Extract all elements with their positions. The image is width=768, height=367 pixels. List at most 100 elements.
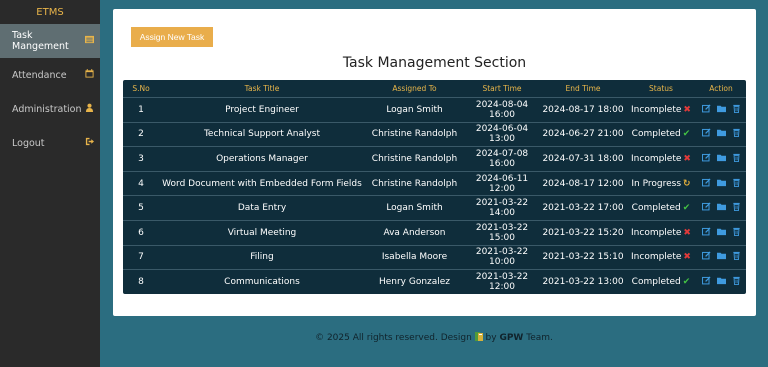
task-card: Assign New Task Task Management Section … — [113, 9, 756, 316]
cell-sno: 4 — [138, 178, 144, 189]
folder-open-icon[interactable] — [716, 104, 726, 116]
status-text: Completed — [631, 203, 681, 214]
cell-action — [696, 227, 746, 239]
cell-start-time: 2024-07-08 16:00 — [475, 148, 529, 169]
header-end-time: End Time — [565, 84, 601, 93]
edit-icon[interactable] — [701, 276, 711, 288]
trash-icon[interactable] — [732, 104, 741, 116]
cell-start-time: 2024-08-04 16:00 — [475, 99, 529, 120]
trash-icon[interactable] — [732, 251, 741, 263]
check-icon: ✔ — [682, 276, 691, 287]
check-icon: ✔ — [682, 203, 691, 214]
cell-assigned-to: Logan Smith — [386, 104, 443, 115]
cell-action — [696, 178, 746, 190]
edit-icon[interactable] — [701, 178, 711, 190]
cell-sno: 5 — [138, 203, 144, 214]
cell-assigned-to: Isabella Moore — [381, 252, 448, 263]
folder-open-icon[interactable] — [716, 227, 726, 239]
cell-action — [696, 251, 746, 263]
cell-action — [696, 128, 746, 140]
cell-end-time: 2021-03-22 13:00 — [542, 276, 624, 287]
cell-task-title: Operations Manager — [216, 153, 308, 164]
cell-task-title: Data Entry — [237, 203, 287, 214]
edit-icon[interactable] — [701, 227, 711, 239]
edit-icon[interactable] — [701, 153, 711, 165]
assign-new-task-button[interactable]: Assign New Task — [131, 27, 213, 47]
footer-copyright: © 2025 All rights reserved. Design — [315, 333, 472, 343]
trash-icon[interactable] — [732, 202, 741, 214]
cell-start-time: 2024-06-04 13:00 — [475, 124, 529, 145]
cell-status: Incomplete ✖ — [626, 154, 696, 164]
header-sno: S.No — [132, 84, 150, 93]
cell-task-title: Project Engineer — [225, 104, 299, 115]
footer-by: by — [485, 333, 497, 343]
cross-icon: ✖ — [683, 153, 691, 164]
sidebar-item-label: Attendance — [12, 69, 67, 81]
edit-icon[interactable] — [701, 251, 711, 263]
table-header: S.No Task Title Assigned To Start Time E… — [123, 80, 746, 97]
trash-icon[interactable] — [732, 178, 741, 190]
header-assigned-to: Assigned To — [392, 84, 437, 93]
folder-open-icon[interactable] — [716, 128, 726, 140]
status-text: Incomplete — [631, 153, 682, 164]
status-text: Completed — [631, 276, 681, 287]
sidebar-item-task-management[interactable]: Task Mangement — [0, 24, 100, 58]
footer-team-name: GPW — [499, 333, 524, 343]
folder-open-icon[interactable] — [716, 178, 726, 190]
status-text: Incomplete — [631, 252, 682, 263]
table-body: 1 Project Engineer Logan Smith 2024-08-04 1… — [123, 97, 746, 294]
cell-end-time: 2024-08-17 12:00 — [542, 178, 624, 189]
trash-icon[interactable] — [732, 153, 741, 165]
task-table: S.No Task Title Assigned To Start Time E… — [123, 80, 746, 294]
cell-action — [696, 104, 746, 116]
sync-icon: ↻ — [683, 178, 691, 189]
trash-icon[interactable] — [732, 276, 741, 288]
list-icon — [85, 35, 94, 47]
cell-end-time: 2021-03-22 15:20 — [542, 227, 624, 238]
cell-sno: 3 — [138, 153, 144, 164]
cell-sno: 8 — [138, 276, 144, 287]
cell-end-time: 2024-06-27 21:00 — [542, 129, 624, 140]
sidebar-item-logout[interactable]: Logout — [0, 126, 100, 160]
cell-assigned-to: Ava Anderson — [383, 227, 446, 238]
status-text: Incomplete — [631, 227, 682, 238]
book-icon — [474, 332, 486, 343]
main-area: Assign New Task Task Management Section … — [100, 0, 768, 367]
sidebar: ETMS Task Mangement Attendance Administr… — [0, 0, 100, 367]
cell-assigned-to: Logan Smith — [386, 203, 443, 214]
brand-title: ETMS — [36, 6, 64, 18]
edit-icon[interactable] — [701, 104, 711, 116]
table-row: 5 Data Entry Logan Smith 2021-03-22 14:00 20… — [123, 195, 746, 220]
cell-start-time: 2021-03-22 14:00 — [475, 198, 529, 219]
sidebar-item-label: Administration — [12, 103, 82, 115]
cell-start-time: 2021-03-22 10:00 — [475, 247, 529, 268]
edit-icon[interactable] — [701, 202, 711, 214]
table-row: 4 Word Document with Embedded Form Fields… — [123, 170, 746, 196]
cell-task-title: Communications — [224, 276, 300, 287]
cell-status: Incomplete ✖ — [626, 252, 696, 262]
cell-start-time: 2024-06-11 12:00 — [475, 173, 529, 194]
folder-open-icon[interactable] — [716, 153, 726, 165]
trash-icon[interactable] — [732, 227, 741, 239]
sidebar-item-attendance[interactable]: Attendance — [0, 58, 100, 92]
cell-action — [696, 153, 746, 165]
folder-open-icon[interactable] — [716, 251, 726, 263]
footer-team-suffix: Team. — [526, 333, 553, 343]
cell-action — [696, 202, 746, 214]
cell-status: Completed ✔ — [626, 277, 696, 287]
folder-open-icon[interactable] — [716, 202, 726, 214]
edit-icon[interactable] — [701, 128, 711, 140]
trash-icon[interactable] — [732, 128, 741, 140]
cell-start-time: 2021-03-22 15:00 — [475, 222, 529, 243]
cross-icon: ✖ — [683, 252, 691, 263]
table-row: 7 Filing Isabella Moore 2021-03-22 10:00 202… — [123, 244, 746, 270]
table-row: 6 Virtual Meeting Ava Anderson 2021-03-22 1… — [123, 219, 746, 245]
logout-icon — [85, 137, 94, 149]
status-text: In Progress — [631, 178, 682, 189]
footer: © 2025 All rights reserved. Design by GP… — [100, 332, 768, 343]
status-text: Incomplete — [631, 104, 682, 115]
cell-end-time: 2021-03-22 17:00 — [542, 203, 624, 214]
cell-sno: 1 — [138, 104, 144, 115]
sidebar-item-administration[interactable]: Administration — [0, 92, 100, 126]
folder-open-icon[interactable] — [716, 276, 726, 288]
